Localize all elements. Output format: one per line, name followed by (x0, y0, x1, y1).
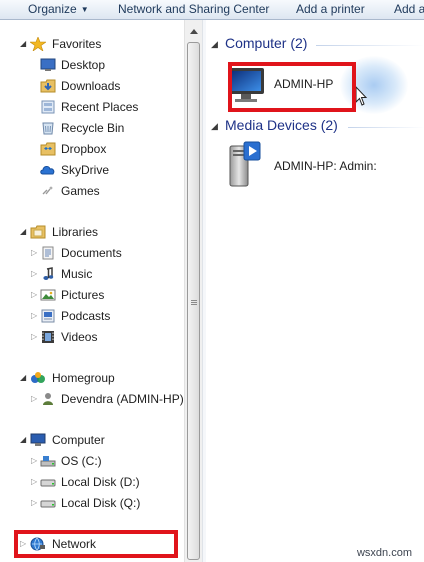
add-printer-button[interactable]: Add a printer (296, 2, 365, 17)
nav-label: Desktop (61, 58, 106, 72)
collapsed-arrow-icon[interactable]: ▷ (31, 307, 37, 325)
podcasts-icon (41, 309, 55, 323)
nav-label: Homegroup (52, 371, 115, 385)
recent-places-icon (41, 100, 55, 114)
music-note-icon (43, 267, 54, 280)
video-filmstrip-icon (42, 331, 54, 343)
group-header-computer[interactable]: Computer (2) (225, 35, 307, 51)
grip-line (191, 304, 197, 305)
network-highlight-box (14, 530, 178, 558)
games-icon (42, 186, 53, 195)
content-pane: ◢ Computer (2) ADMIN-HP ◢ Media Devices … (206, 20, 424, 562)
organize-label: Organize (28, 2, 77, 16)
collapsed-arrow-icon[interactable]: ▷ (31, 286, 37, 304)
system-drive-icon (40, 456, 56, 467)
expand-arrow-icon[interactable]: ◢ (20, 431, 26, 449)
desktop-icon (40, 58, 56, 71)
expand-arrow-icon[interactable]: ◢ (211, 121, 218, 132)
chevron-down-icon: ▼ (80, 5, 89, 14)
nav-label: Favorites (52, 37, 102, 51)
expand-arrow-icon[interactable]: ◢ (20, 369, 26, 387)
collapsed-arrow-icon[interactable]: ▷ (31, 244, 37, 262)
collapsed-arrow-icon[interactable]: ▷ (31, 452, 37, 470)
collapsed-arrow-icon[interactable]: ▷ (31, 494, 37, 512)
item-label: ADMIN-HP: Admin: (274, 159, 377, 173)
grip-line (191, 302, 197, 303)
libraries-folder-icon (30, 225, 46, 239)
network-sharing-center-button[interactable]: Network and Sharing Center (118, 2, 269, 17)
command-bar: Organize ▼ Network and Sharing Center Add… (0, 0, 424, 20)
disk-drive-icon (40, 479, 56, 487)
nav-label: Music (61, 267, 93, 281)
scroll-up-arrow-icon[interactable] (188, 26, 200, 38)
downloads-folder-icon (40, 79, 56, 93)
computer-icon (30, 433, 46, 446)
group-header-media-devices[interactable]: Media Devices (2) (225, 117, 338, 133)
collapsed-arrow-icon[interactable]: ▷ (31, 265, 37, 283)
nav-label: Videos (61, 330, 98, 344)
collapsed-arrow-icon[interactable]: ▷ (31, 328, 37, 346)
navigation-pane: ◢ Favorites Desktop Downloads Recent Pla… (0, 20, 184, 562)
expand-arrow-icon[interactable]: ◢ (211, 39, 218, 50)
nav-label: Devendra (ADMIN-HP) (61, 392, 184, 406)
nav-label: Local Disk (D:) (61, 475, 140, 489)
nav-label: OS (C:) (61, 454, 102, 468)
recycle-bin-icon (42, 122, 54, 135)
navigation-scrollbar[interactable] (184, 20, 202, 562)
grip-line (191, 300, 197, 301)
user-icon (43, 393, 53, 405)
watermark-text: wsxdn.com (356, 547, 412, 559)
nav-label: Games (61, 184, 100, 198)
mouse-cursor-icon (355, 86, 368, 106)
nav-label: Pictures (61, 288, 105, 302)
nav-label: Dropbox (61, 142, 107, 156)
expand-arrow-icon[interactable]: ◢ (20, 35, 26, 53)
nav-label: Podcasts (61, 309, 111, 323)
add-device-button[interactable]: Add a (394, 2, 424, 17)
disk-drive-icon (40, 500, 56, 508)
star-icon (30, 37, 46, 51)
admin-hp-highlight-box (228, 62, 356, 112)
pictures-icon (40, 289, 56, 301)
nav-label: Computer (52, 433, 105, 447)
nav-label: Documents (61, 246, 122, 260)
nav-label: SkyDrive (61, 163, 110, 177)
collapsed-arrow-icon[interactable]: ▷ (31, 473, 37, 491)
nav-label: Libraries (52, 225, 99, 239)
cloud-icon (40, 166, 55, 175)
dropbox-icon (40, 142, 56, 156)
nav-label: Downloads (61, 79, 121, 93)
media-server-icon (229, 141, 261, 187)
homegroup-icon (31, 372, 45, 383)
nav-label: Recent Places (61, 100, 139, 114)
group-divider (316, 45, 424, 46)
collapsed-arrow-icon[interactable]: ▷ (31, 390, 37, 408)
nav-label: Local Disk (Q:) (61, 496, 141, 510)
expand-arrow-icon[interactable]: ◢ (20, 223, 26, 241)
documents-icon (42, 246, 54, 260)
nav-label: Recycle Bin (61, 121, 125, 135)
group-divider (348, 127, 424, 128)
organize-menu-button[interactable]: Organize ▼ (28, 2, 89, 17)
scrollbar-thumb[interactable] (187, 42, 200, 560)
